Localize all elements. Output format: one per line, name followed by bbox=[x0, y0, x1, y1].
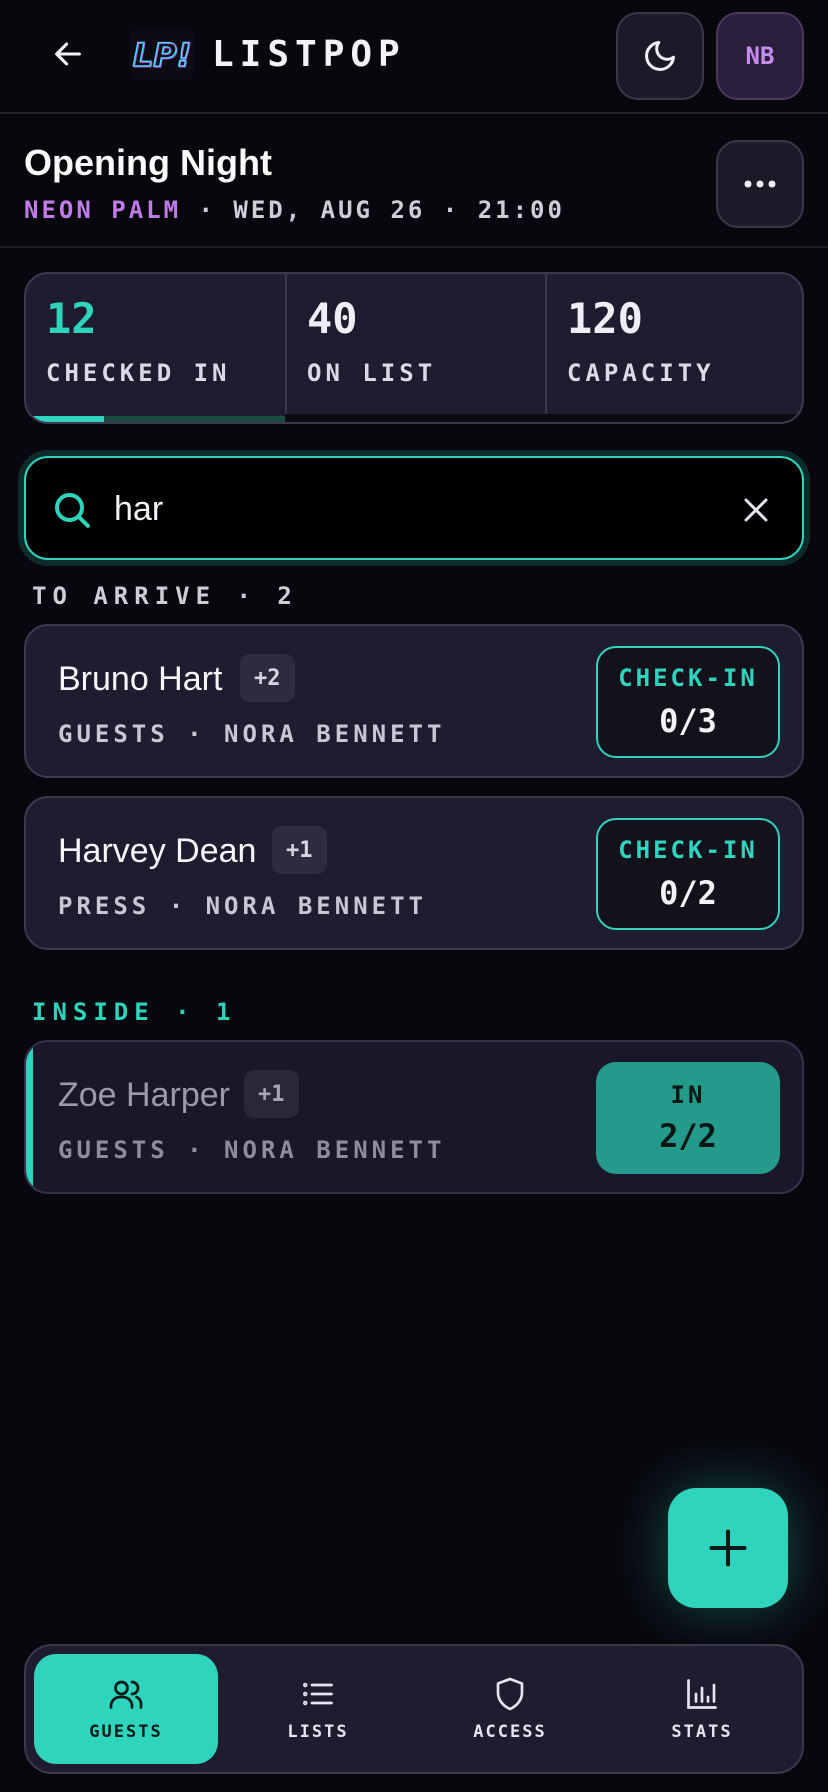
close-icon bbox=[744, 498, 768, 522]
stat-capacity: 120 CAPACITY bbox=[545, 274, 802, 422]
section-inside: INSIDE · 1 bbox=[32, 998, 237, 1026]
guest-card[interactable]: Harvey Dean +1 PRESS · NORA BENNETT CHEC… bbox=[24, 796, 804, 950]
svg-text:LP!: LP! bbox=[134, 37, 192, 75]
neon-logo-icon: LP! LP! bbox=[130, 28, 194, 80]
check-in-button[interactable]: CHECK-IN 0/3 bbox=[596, 646, 780, 758]
clear-search-button[interactable] bbox=[734, 488, 778, 532]
theme-toggle-button[interactable] bbox=[616, 12, 704, 100]
stats-footer bbox=[285, 414, 802, 422]
plus-badge: +2 bbox=[240, 654, 295, 702]
capacity-label: CAPACITY bbox=[567, 359, 715, 387]
event-datetime: · WED, AUG 26 · 21:00 bbox=[198, 196, 565, 224]
checked-in-count: 2/2 bbox=[659, 1117, 717, 1155]
check-in-count: 0/3 bbox=[659, 702, 717, 740]
checked-in-label: CHECKED IN bbox=[46, 359, 231, 387]
guest-subtitle: GUESTS · NORA BENNETT bbox=[58, 1136, 446, 1164]
check-in-label: CHECK-IN bbox=[618, 836, 758, 864]
list-icon bbox=[303, 1682, 333, 1706]
guest-card-inside[interactable]: Zoe Harper +1 GUESTS · NORA BENNETT IN 2… bbox=[24, 1040, 804, 1194]
capacity-value: 120 bbox=[567, 294, 643, 343]
checked-in-progress bbox=[26, 416, 285, 422]
more-options-button[interactable] bbox=[716, 140, 804, 228]
stats-panel: 12 CHECKED IN 40 ON LIST 120 CAPACITY bbox=[24, 272, 804, 424]
event-header: Opening Night NEON PALM · WED, AUG 26 · … bbox=[0, 116, 828, 248]
bar-chart-icon bbox=[687, 1679, 717, 1709]
event-title: Opening Night bbox=[24, 142, 272, 183]
guest-subtitle: GUESTS · NORA BENNETT bbox=[58, 720, 446, 748]
nav-tab-stats[interactable]: STATS bbox=[610, 1654, 794, 1764]
venue-name: NEON PALM bbox=[24, 196, 182, 224]
nav-label-lists: LISTS bbox=[287, 1722, 349, 1742]
on-list-value: 40 bbox=[307, 294, 358, 343]
top-bar: LP! LP! LISTPOP NB bbox=[0, 0, 828, 114]
checked-in-progress-fill bbox=[26, 416, 104, 422]
bottom-nav: GUESTS LISTS ACCESS STATS bbox=[24, 1644, 804, 1774]
stat-on-list: 40 ON LIST bbox=[285, 274, 544, 422]
users-icon bbox=[109, 1680, 143, 1709]
on-list-label: ON LIST bbox=[307, 359, 437, 387]
back-button[interactable] bbox=[44, 30, 92, 78]
nav-label-stats: STATS bbox=[671, 1722, 733, 1742]
checked-in-value: 12 bbox=[46, 294, 97, 343]
arrow-left-icon bbox=[55, 42, 81, 66]
moon-icon bbox=[645, 41, 675, 71]
stat-checked-in: 12 CHECKED IN bbox=[26, 274, 285, 422]
section-to-arrive: TO ARRIVE · 2 bbox=[32, 582, 298, 610]
event-meta: NEON PALM · WED, AUG 26 · 21:00 bbox=[24, 196, 565, 224]
plus-badge: +1 bbox=[244, 1070, 299, 1118]
shield-icon bbox=[496, 1677, 524, 1711]
more-horizontal-icon bbox=[744, 180, 776, 188]
search-bar bbox=[24, 456, 804, 560]
nav-tab-lists[interactable]: LISTS bbox=[226, 1654, 410, 1764]
app-logo: LP! LP! bbox=[128, 26, 196, 82]
nav-label-access: ACCESS bbox=[473, 1722, 547, 1742]
check-in-button[interactable]: CHECK-IN 0/2 bbox=[596, 818, 780, 930]
avatar[interactable]: NB bbox=[716, 12, 804, 100]
plus-badge: +1 bbox=[272, 826, 327, 874]
search-input[interactable] bbox=[114, 482, 674, 536]
inside-indicator bbox=[26, 1042, 33, 1192]
checked-in-button[interactable]: IN 2/2 bbox=[596, 1062, 780, 1174]
check-in-count: 0/2 bbox=[659, 874, 717, 912]
nav-tab-guests[interactable]: GUESTS bbox=[34, 1654, 218, 1764]
guest-name: Zoe Harper bbox=[58, 1076, 230, 1114]
plus-icon bbox=[709, 1529, 747, 1567]
guest-name: Harvey Dean bbox=[58, 832, 257, 870]
add-guest-button[interactable] bbox=[668, 1488, 788, 1608]
app-brand: LISTPOP bbox=[212, 34, 406, 75]
checked-in-label: IN bbox=[670, 1081, 706, 1109]
nav-label-guests: GUESTS bbox=[89, 1722, 163, 1742]
guest-card[interactable]: Bruno Hart +2 GUESTS · NORA BENNETT CHEC… bbox=[24, 624, 804, 778]
guest-name: Bruno Hart bbox=[58, 660, 223, 698]
search-icon bbox=[55, 493, 90, 528]
check-in-label: CHECK-IN bbox=[618, 664, 758, 692]
nav-tab-access[interactable]: ACCESS bbox=[418, 1654, 602, 1764]
guest-subtitle: PRESS · NORA BENNETT bbox=[58, 892, 427, 920]
